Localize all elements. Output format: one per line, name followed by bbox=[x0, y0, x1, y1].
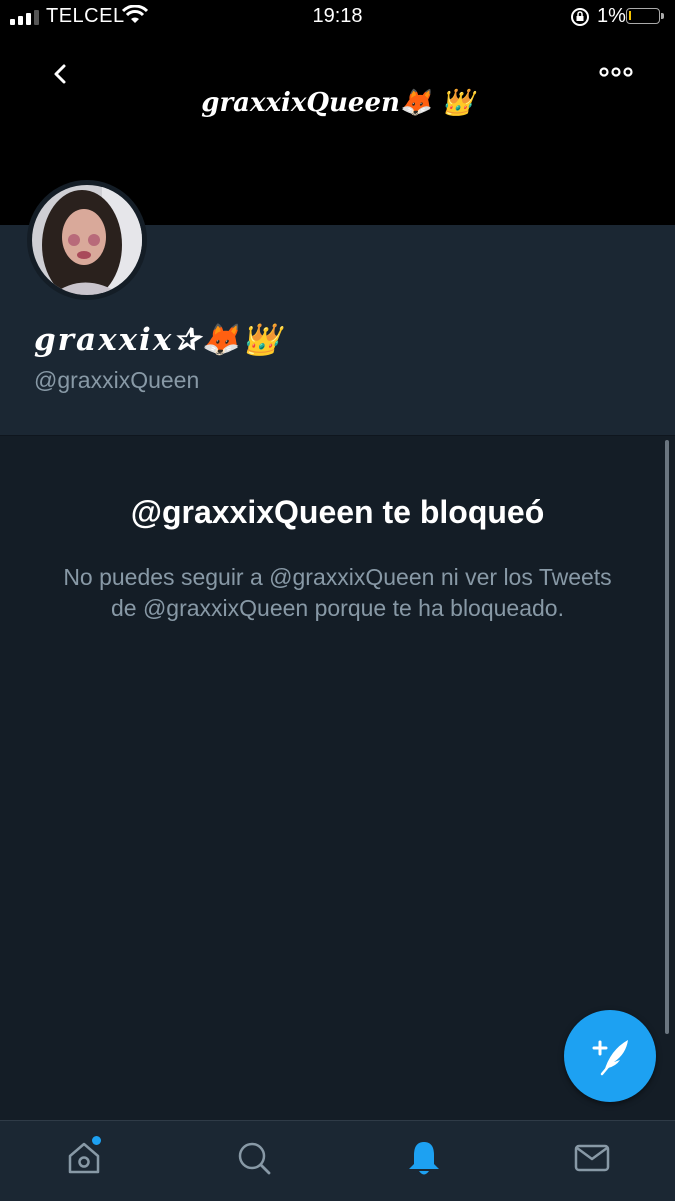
more-options-icon[interactable] bbox=[596, 62, 636, 82]
scrollbar[interactable] bbox=[665, 440, 669, 1034]
battery-icon bbox=[626, 8, 664, 24]
orientation-lock-icon bbox=[571, 8, 589, 26]
header-title: graxxixQueen🦊 👑 bbox=[201, 88, 474, 118]
notifications-bell-icon[interactable] bbox=[404, 1138, 444, 1178]
blocked-title: @graxxixQueen te bloqueó bbox=[130, 494, 545, 530]
home-notification-dot bbox=[92, 1136, 101, 1145]
blocked-message: No puedes seguir a @graxxixQueen ni ver … bbox=[63, 564, 612, 621]
compose-feather-icon bbox=[592, 1040, 628, 1076]
avatar-photo bbox=[32, 185, 142, 295]
compose-tweet-button[interactable] bbox=[564, 1010, 656, 1102]
profile-display-name: graxxix✰🦊👑 bbox=[34, 322, 283, 358]
section-divider bbox=[0, 435, 675, 436]
battery-percent: 1% bbox=[597, 5, 626, 27]
messages-envelope-icon[interactable] bbox=[572, 1138, 612, 1178]
status-bar: TELCEL 19:18 1% bbox=[0, 0, 675, 34]
profile-handle: @graxxixQueen bbox=[34, 367, 200, 393]
avatar[interactable] bbox=[27, 180, 147, 300]
search-icon[interactable] bbox=[234, 1138, 274, 1178]
